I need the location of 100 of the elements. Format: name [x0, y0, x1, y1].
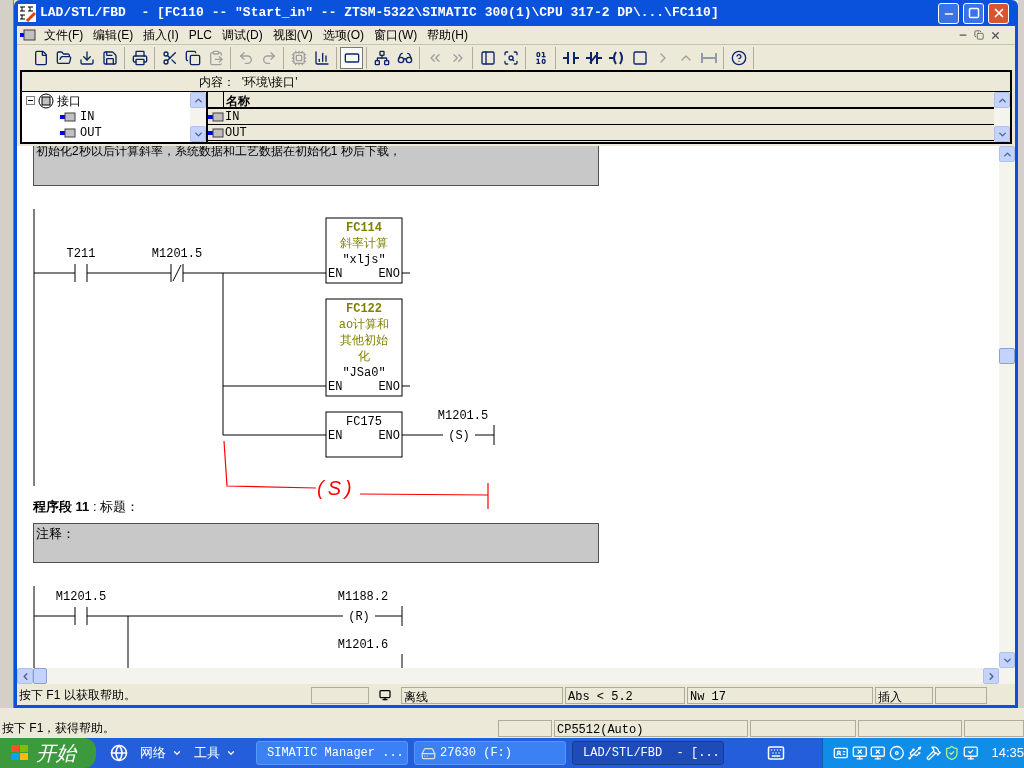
status-panel [311, 686, 369, 704]
operand-label: T211 [66, 247, 96, 261]
download-icon [78, 49, 95, 66]
restore-button[interactable] [971, 28, 987, 42]
hammer-icon[interactable] [925, 745, 942, 761]
keyboard-icon[interactable] [767, 744, 785, 762]
caret-icon [172, 748, 182, 758]
close-icon [989, 29, 1001, 41]
scroll-arrow-button[interactable] [999, 146, 1015, 162]
undo-icon [237, 49, 254, 66]
grid-pencil-icon [18, 4, 36, 22]
minimize-button[interactable] [938, 2, 959, 24]
menu-item[interactable]: 编辑(E) [88, 26, 139, 44]
coil-symbol: (S) [448, 429, 470, 443]
scroll-arrow-button[interactable] [190, 126, 206, 142]
tree-item[interactable]: IN [80, 108, 95, 126]
scroll-arrow-button[interactable] [999, 652, 1015, 668]
close-button[interactable] [988, 2, 1009, 24]
drive-icon [421, 745, 436, 761]
usb-icon[interactable] [907, 745, 923, 761]
menu-item[interactable]: 调试(D) [217, 26, 268, 44]
shield-icon[interactable] [944, 745, 960, 761]
scroll-arrow-button[interactable] [190, 92, 206, 108]
globe-icon[interactable] [110, 744, 128, 762]
menu-item[interactable]: 插入(I) [138, 26, 184, 44]
magnifier-icon [502, 49, 519, 66]
pin-label: EN [328, 380, 343, 394]
scissors-icon [161, 49, 178, 66]
toolbar-menu[interactable]: 工具 [182, 743, 236, 763]
connector-icon [60, 112, 76, 122]
status-text: 按下 F1 以获取帮助。 [18, 687, 137, 704]
connector-icon [60, 128, 76, 138]
connector-icon [208, 111, 224, 122]
taskbar-button[interactable]: SIMATIC Manager ... [256, 741, 408, 765]
annotation-text: (S) [317, 477, 356, 499]
pin-label: EN [328, 429, 343, 443]
scroll-arrow-button[interactable] [17, 668, 33, 684]
network-icon [373, 49, 390, 66]
comment-text: 注释： [36, 526, 75, 541]
taskbar-button[interactable]: 27630 (F:) [414, 741, 566, 765]
redo-icon [260, 49, 277, 66]
status-text: Nw 17 [687, 686, 873, 704]
operand-label: M1201.5 [151, 247, 203, 261]
pin-label: EN [328, 267, 343, 281]
printer-icon [131, 49, 148, 66]
menu-item[interactable]: 选项(O) [317, 26, 369, 44]
menu-item[interactable]: 窗口(W) [369, 26, 423, 44]
toolbar-button[interactable] [340, 46, 363, 69]
pin-label: ENO [378, 429, 400, 443]
scroll-thumb[interactable] [999, 348, 1015, 364]
menu-item[interactable]: 帮助(H) [422, 26, 473, 44]
normally-open-contact [74, 263, 88, 283]
taskbar-button[interactable]: LAD/STL/FBD - [... [572, 741, 724, 765]
document-icon [20, 29, 36, 41]
table-cell-text: OUT [224, 124, 248, 142]
caret-icon [226, 748, 236, 758]
scroll-arrow-button[interactable] [994, 92, 1010, 108]
block-symbol: ″xljs″ [342, 253, 386, 267]
connector-icon [208, 127, 224, 138]
wire [401, 385, 411, 387]
wire [401, 434, 444, 436]
minus-box-icon[interactable] [26, 96, 35, 105]
status-text: 离线 [401, 686, 563, 704]
square-icon [631, 49, 648, 66]
slashed-contact-icon [585, 49, 602, 66]
tree-item[interactable]: 接口 [57, 92, 81, 110]
column-header[interactable]: 名称 [224, 92, 252, 107]
toolbar-menu[interactable]: 网络 [128, 743, 182, 763]
block-comment: ao计算和 [338, 318, 390, 332]
monitor-x-icon[interactable] [870, 745, 886, 761]
tree-item[interactable]: OUT [80, 124, 102, 142]
maximize-button[interactable] [963, 2, 984, 24]
normally-open-contact [74, 606, 88, 626]
bar-chart-icon [313, 49, 330, 66]
pin-label: ENO [378, 380, 400, 394]
help-icon [730, 49, 747, 66]
menu-item[interactable]: 文件(F) [39, 26, 89, 44]
scroll-arrow-button[interactable] [994, 126, 1010, 142]
windows-flag-icon [10, 744, 30, 762]
disc-icon[interactable] [888, 745, 905, 761]
start-button[interactable]: 开始 [0, 738, 96, 768]
contact-icon [562, 49, 579, 66]
bracket-line-icon [700, 51, 717, 64]
menu-item[interactable]: 视图(V) [267, 26, 318, 44]
status-text: 按下 F1，获得帮助。 [1, 720, 117, 737]
scroll-arrow-button[interactable] [983, 668, 999, 684]
table-cell-text: IN [224, 108, 241, 126]
scroll-thumb[interactable] [33, 668, 47, 684]
id-card-icon[interactable] [833, 745, 849, 761]
status-text: Abs < 5.2 [565, 686, 685, 704]
block-comment: 斜率计算 [340, 237, 388, 251]
block-comment: 其他初始 [340, 334, 388, 348]
pin-label: ENO [378, 267, 400, 281]
coil-symbol: (R) [348, 610, 370, 624]
menu-item[interactable]: PLC [183, 26, 217, 44]
monitor-check-icon[interactable] [962, 745, 979, 761]
block-name: FC122 [346, 302, 382, 316]
block-name: FC114 [346, 221, 382, 235]
clipboard-icon [207, 49, 224, 66]
monitor-x-icon[interactable] [851, 745, 868, 761]
